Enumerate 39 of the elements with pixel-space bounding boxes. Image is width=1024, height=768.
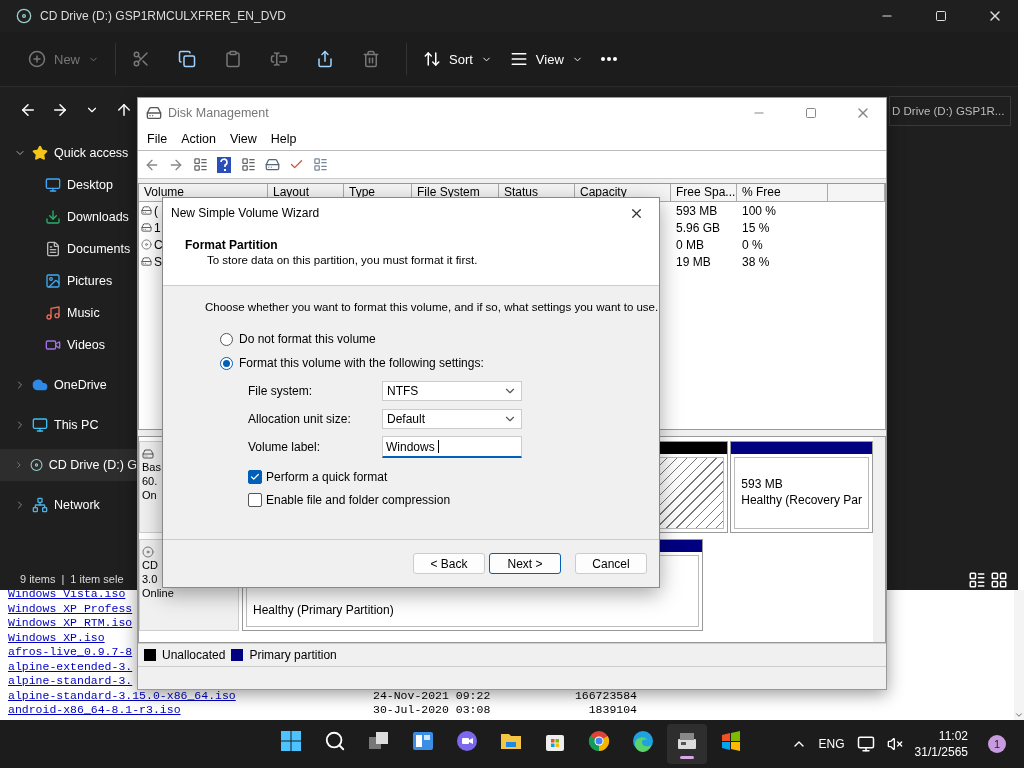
file-size: 166723584: [574, 688, 637, 703]
disk-info: 60.: [142, 474, 159, 488]
field-label: Volume label:: [248, 440, 322, 454]
instruction-text: Choose whether you want to format this volume, and if so, what settings you want to use.: [205, 301, 659, 313]
table-cell-text: 593 MB: [675, 203, 719, 218]
window-title: CD Drive (D:) GSP1RMCULXFRER_EN_DVD: [40, 9, 288, 23]
table-cell: (: [154, 203, 158, 218]
partition-info: Healthy (Primary Partition): [253, 602, 395, 618]
legend-label: Primary partition: [249, 648, 337, 662]
file-date: 30-Jul-2020 03:08: [373, 703, 491, 718]
separator: |: [61, 573, 65, 585]
disk-info: Online: [142, 586, 175, 600]
file-size: 1839104: [588, 703, 637, 718]
disk-info: CD: [142, 558, 159, 572]
table-cell: 1: [154, 220, 161, 235]
table-cell-text: 0 %: [741, 237, 764, 252]
disk-info: Bas: [142, 460, 162, 474]
window-title: Disk Management: [168, 106, 270, 120]
table-cell-text: 100 %: [741, 203, 778, 218]
disk-info: On: [142, 488, 158, 502]
step-heading: Format Partition: [185, 238, 279, 252]
selection-count: 1 item sele: [70, 573, 124, 585]
dialog-title: New Simple Volume Wizard: [171, 206, 321, 220]
item-count: 9 items: [20, 573, 56, 585]
step-description: To store data on this partition, you must format it first.: [207, 254, 479, 266]
table-cell-text: 19 MB: [675, 254, 712, 269]
field-label: File system:: [248, 384, 313, 398]
field-label: Allocation unit size:: [248, 412, 352, 426]
table-cell: C: [154, 237, 163, 252]
table-cell-text: 0 MB: [675, 237, 705, 252]
partition-info: Healthy (Recovery Par: [741, 492, 862, 508]
legend-label: Unallocated: [162, 648, 226, 662]
table-cell-text: 38 %: [741, 254, 771, 269]
file-date: 24-Nov-2021 09:22: [373, 688, 491, 703]
partition-info: 593 MB: [741, 476, 784, 492]
table-cell-text: 15 %: [741, 220, 771, 235]
table-cell-text: 5.96 GB: [675, 220, 722, 235]
disk-info: 3.0: [142, 572, 159, 586]
table-cell: S: [154, 254, 162, 269]
